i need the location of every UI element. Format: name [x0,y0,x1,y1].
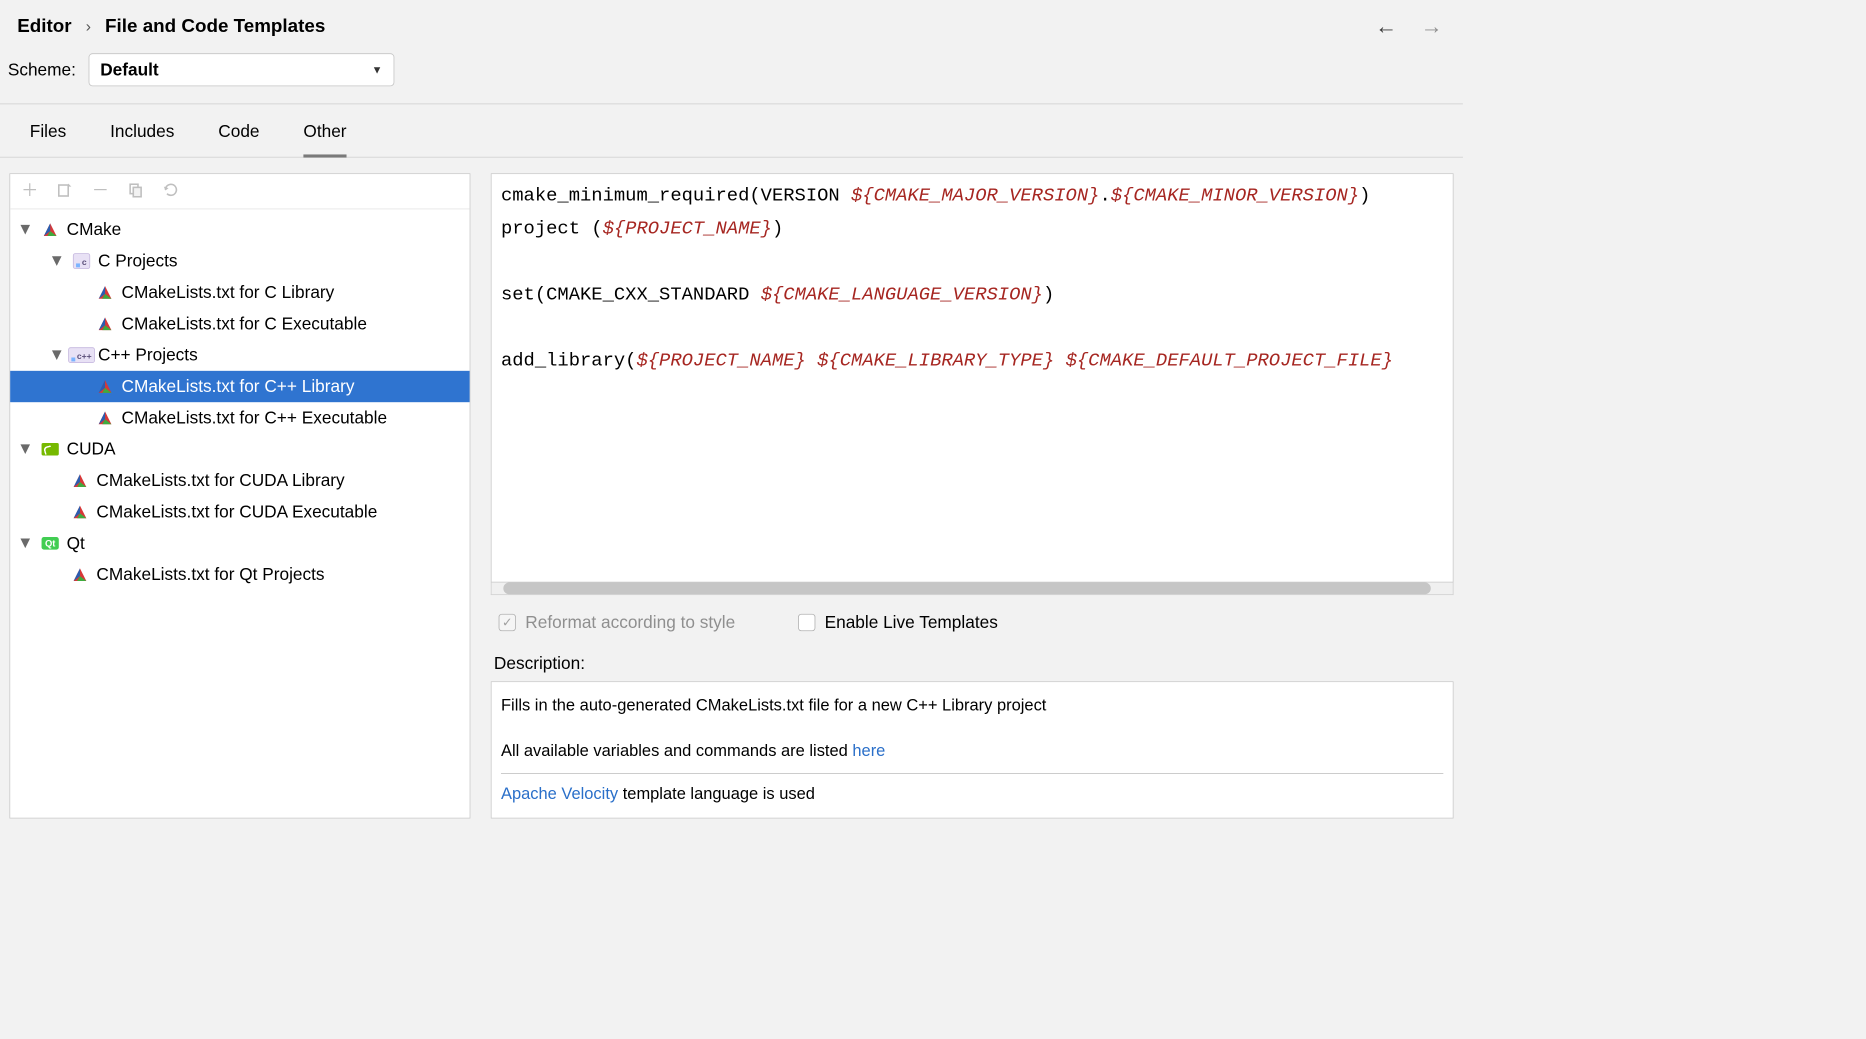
revert-icon[interactable] [162,182,179,201]
checkbox-label: Reformat according to style [525,612,735,632]
caret-down-icon: ▼ [372,64,383,77]
live-templates-checkbox[interactable]: Enable Live Templates [798,612,998,632]
cpp-folder-icon: c++ [71,347,91,363]
description-line3: Apache Velocity template language is use… [501,778,1443,809]
nav-back-icon[interactable]: ← [1375,14,1397,39]
tree-label: C Projects [98,251,178,271]
tree-label: CUDA [67,439,116,459]
template-toolbar: ＋ － [10,174,469,209]
qt-icon: Qt [40,537,60,550]
tab-code[interactable]: Code [218,122,259,157]
tree-item-c-executable[interactable]: CMakeLists.txt for C Executable [10,308,469,339]
template-tree: ▶ CMake ▶ c C Projects CMakeLists.txt fo… [10,209,469,595]
chevron-down-icon: ▶ [18,441,34,457]
tree-label: CMakeLists.txt for C++ Library [122,376,355,396]
nvidia-icon [40,443,60,456]
scheme-label: Scheme: [8,60,76,80]
tab-other[interactable]: Other [303,122,346,158]
chevron-down-icon: ▶ [18,535,34,551]
horizontal-scrollbar[interactable] [491,583,1454,596]
c-folder-icon: c [71,253,91,269]
tree-label: CMakeLists.txt for CUDA Executable [96,502,377,522]
template-list-panel: ＋ － ▶ CMake ▶ c [9,173,470,818]
apache-velocity-link[interactable]: Apache Velocity [501,785,618,803]
here-link[interactable]: here [852,742,885,760]
scheme-select[interactable]: Default ▼ [88,53,394,86]
tree-label: CMakeLists.txt for Qt Projects [96,564,324,584]
chevron-down-icon: ▶ [49,347,65,363]
breadcrumb: Editor › File and Code Templates [17,16,325,38]
cmake-icon [40,223,60,237]
cmake-icon [70,474,90,488]
tabs: Files Includes Code Other [0,104,1463,157]
tree-item-qt-projects[interactable]: CMakeLists.txt for Qt Projects [10,559,469,590]
description-line2: All available variables and commands are… [501,735,1443,766]
tab-includes[interactable]: Includes [110,122,174,157]
remove-icon[interactable]: － [92,182,109,201]
checkbox-label: Enable Live Templates [825,612,998,632]
tree-item-c-library[interactable]: CMakeLists.txt for C Library [10,277,469,308]
cmake-icon [70,568,90,582]
chevron-down-icon: ▶ [18,222,34,238]
tree-label: CMakeLists.txt for C++ Executable [122,408,388,428]
nav-forward-icon: → [1421,14,1443,39]
tree-label: CMake [67,220,122,240]
checkbox-checked-icon: ✓ [499,614,516,631]
cmake-icon [95,411,115,425]
tree-label: CMakeLists.txt for C Library [122,282,335,302]
cmake-icon [70,505,90,519]
breadcrumb-current: File and Code Templates [105,16,325,38]
tree-label: CMakeLists.txt for C Executable [122,314,367,334]
tree-item-cuda-library[interactable]: CMakeLists.txt for CUDA Library [10,465,469,496]
description-line1: Fills in the auto-generated CMakeLists.t… [501,690,1443,721]
breadcrumb-parent[interactable]: Editor [17,16,71,38]
tree-node-cmake[interactable]: ▶ CMake [10,214,469,245]
tree-node-cpp-projects[interactable]: ▶ c++ C++ Projects [10,339,469,370]
cmake-icon [95,285,115,299]
description-panel: Fills in the auto-generated CMakeLists.t… [491,681,1454,818]
checkbox-unchecked-icon [798,614,815,631]
chevron-right-icon: › [86,18,91,36]
add-from-icon[interactable] [57,182,73,201]
copy-icon[interactable] [128,182,144,201]
chevron-down-icon: ▶ [49,253,65,269]
tree-label: Qt [67,533,85,553]
template-code-editor[interactable]: cmake_minimum_required(VERSION ${CMAKE_M… [491,173,1454,582]
tree-node-cuda[interactable]: ▶ CUDA [10,434,469,465]
tree-label: C++ Projects [98,345,198,365]
tree-item-cpp-executable[interactable]: CMakeLists.txt for C++ Executable [10,402,469,433]
tree-item-cuda-executable[interactable]: CMakeLists.txt for CUDA Executable [10,496,469,527]
tree-label: CMakeLists.txt for CUDA Library [96,470,344,490]
tree-node-qt[interactable]: ▶ Qt Qt [10,528,469,559]
tree-item-cpp-library[interactable]: CMakeLists.txt for C++ Library [10,371,469,402]
cmake-icon [95,379,115,393]
add-icon[interactable]: ＋ [21,182,38,201]
description-label: Description: [491,650,1454,681]
cmake-icon [95,317,115,331]
tab-files[interactable]: Files [30,122,66,157]
scheme-value: Default [100,60,158,80]
tree-node-c-projects[interactable]: ▶ c C Projects [10,245,469,276]
reformat-checkbox: ✓ Reformat according to style [499,612,736,632]
